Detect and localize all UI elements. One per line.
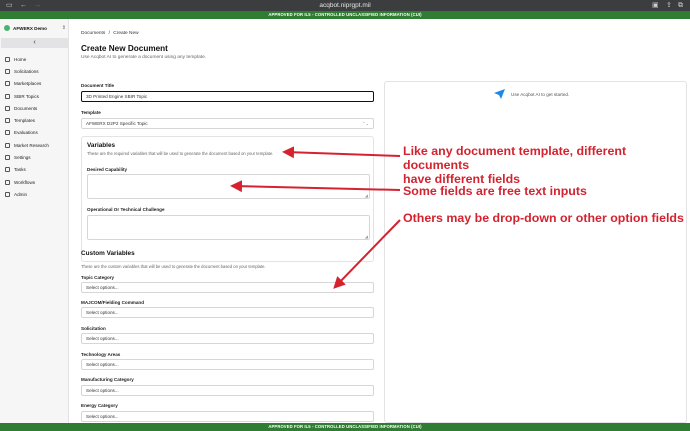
sidebar-item-solicitations[interactable]: Solicitations [0, 65, 69, 77]
workflow-icon [5, 179, 10, 185]
sidebar-item-label: Market Research [14, 142, 49, 148]
sidebar-item-label: Marketplaces [14, 81, 42, 87]
address-bar[interactable]: acqbot.niprgpt.mil [0, 0, 690, 11]
template-label: Template [81, 110, 101, 115]
sidebar-item-label: Workflows [14, 179, 36, 185]
store-icon [5, 81, 10, 87]
sidebar-item-label: Tasks [14, 167, 26, 173]
technology-areas-select[interactable]: Select options... [81, 359, 374, 370]
browser-toolbar: ▭ ← → acqbot.niprgpt.mil ▣ ⇪ ⧉ [0, 0, 690, 11]
variables-description: These are the required variables that wi… [87, 151, 274, 156]
sidebar-item-label: Evaluations [14, 130, 38, 136]
document-title-label: Document Title [81, 83, 115, 88]
custom-field-label: Topic Category [81, 275, 115, 280]
breadcrumb-separator: / [108, 31, 110, 36]
variables-title: Variables [87, 142, 116, 149]
breadcrumb-current: Create New [113, 31, 139, 36]
org-logo-icon [4, 25, 10, 31]
assistant-panel: Use Acqbot AI to get started. [384, 81, 687, 423]
sidebar-item-market-research[interactable]: Market Research [0, 139, 69, 151]
topic-category-select[interactable]: Select options... [81, 282, 374, 293]
sidebar-nav: Home Solicitations Marketplaces SBIR Top… [0, 53, 69, 201]
page-title: Create New Document [81, 44, 168, 53]
sidebar: AFWERX Demo ⇕ ‹ Home Solicitations Marke… [0, 19, 69, 423]
sidebar-item-marketplaces[interactable]: Marketplaces [0, 78, 69, 90]
classification-banner-top: APPROVED FOR IL5 - CONTROLLED UNCLASSIFI… [0, 11, 690, 19]
chevron-updown-icon: ⌃⌄ [362, 121, 369, 126]
custom-field-label: Energy Category [81, 403, 118, 408]
template-icon [5, 118, 10, 124]
tasks-icon [5, 167, 10, 173]
sidebar-item-label: Templates [14, 118, 35, 124]
breadcrumb: Documents / Create New [81, 31, 139, 36]
sidebar-item-label: Home [14, 56, 27, 62]
sidebar-item-sbir-topics[interactable]: SBIR Topics [0, 90, 69, 102]
admin-icon [5, 191, 10, 197]
extension-icon[interactable]: ▣ [652, 1, 659, 10]
page-subtitle: Use Acqbot AI to generate a document usi… [81, 55, 207, 60]
template-select[interactable]: AFWERX D2P2 Specific Topic ⌃⌄ [81, 118, 374, 129]
custom-field-label: Manufacturing Category [81, 377, 134, 382]
annotation-templates: Like any document template, different do… [403, 144, 690, 186]
custom-variables-title: Custom Variables [81, 250, 135, 257]
challenge-label: Operational Or Technical Challenge [87, 207, 165, 212]
resize-handle-icon[interactable]: ◢ [365, 234, 368, 239]
annotation-free-text: Some fields are free text inputs [403, 184, 587, 198]
research-icon [5, 142, 10, 148]
sidebar-item-templates[interactable]: Templates [0, 114, 69, 126]
resize-handle-icon[interactable]: ◢ [365, 193, 368, 198]
topics-icon [5, 93, 10, 99]
manufacturing-category-select[interactable]: Select options... [81, 385, 374, 396]
collapse-sidebar-button[interactable]: ‹ [1, 38, 68, 48]
file-icon [5, 105, 10, 111]
sidebar-item-admin[interactable]: Admin [0, 188, 69, 200]
desired-capability-textarea[interactable]: ◢ [87, 174, 370, 199]
sidebar-item-label: Solicitations [14, 68, 39, 74]
custom-variables-description: These are the custom variables that will… [81, 264, 266, 269]
sidebar-item-label: SBIR Topics [14, 93, 39, 99]
sidebar-item-documents[interactable]: Documents [0, 102, 69, 114]
sidebar-item-label: Documents [14, 105, 38, 111]
custom-field-label: Solicitation [81, 326, 106, 331]
document-title-input[interactable]: 3D Printed Engine SBIR Topic [81, 91, 374, 102]
tabs-icon[interactable]: ⧉ [678, 1, 683, 10]
chevron-updown-icon: ⇕ [61, 25, 66, 31]
classification-banner-bottom: APPROVED FOR IL5 - CONTROLLED UNCLASSIFI… [0, 423, 690, 431]
org-switcher[interactable]: AFWERX Demo ⇕ [4, 22, 66, 34]
evaluation-icon [5, 130, 10, 136]
annotation-line: Like any document template, different do… [403, 144, 627, 172]
org-name: AFWERX Demo [13, 25, 47, 31]
variables-section: Variables These are the required variabl… [81, 136, 374, 262]
send-plane-icon [494, 89, 505, 99]
template-select-value: AFWERX D2P2 Specific Topic [86, 121, 148, 126]
sidebar-item-label: Admin [14, 191, 28, 197]
energy-category-select[interactable]: Select options... [81, 411, 374, 422]
solicitation-select[interactable]: Select options... [81, 333, 374, 344]
breadcrumb-documents[interactable]: Documents [81, 31, 105, 36]
sidebar-item-home[interactable]: Home [0, 53, 69, 65]
custom-field-label: Technology Areas [81, 352, 121, 357]
sidebar-item-tasks[interactable]: Tasks [0, 164, 69, 176]
sidebar-item-label: Settings [14, 155, 31, 161]
gear-icon [5, 155, 10, 161]
document-icon [5, 68, 10, 74]
assistant-hint: Use Acqbot AI to get started. [511, 92, 570, 97]
sidebar-item-workflows[interactable]: Workflows [0, 176, 69, 188]
annotation-dropdowns: Others may be drop-down or other option … [403, 211, 684, 225]
majcom-select[interactable]: Select options... [81, 307, 374, 318]
sidebar-item-evaluations[interactable]: Evaluations [0, 127, 69, 139]
share-icon[interactable]: ⇪ [666, 1, 672, 10]
custom-field-label: MAJCOM/Fielding Command [81, 300, 145, 305]
home-icon [5, 56, 10, 62]
sidebar-item-settings[interactable]: Settings [0, 151, 69, 163]
challenge-textarea[interactable]: ◢ [87, 215, 370, 240]
desired-capability-label: Desired Capability [87, 167, 128, 172]
